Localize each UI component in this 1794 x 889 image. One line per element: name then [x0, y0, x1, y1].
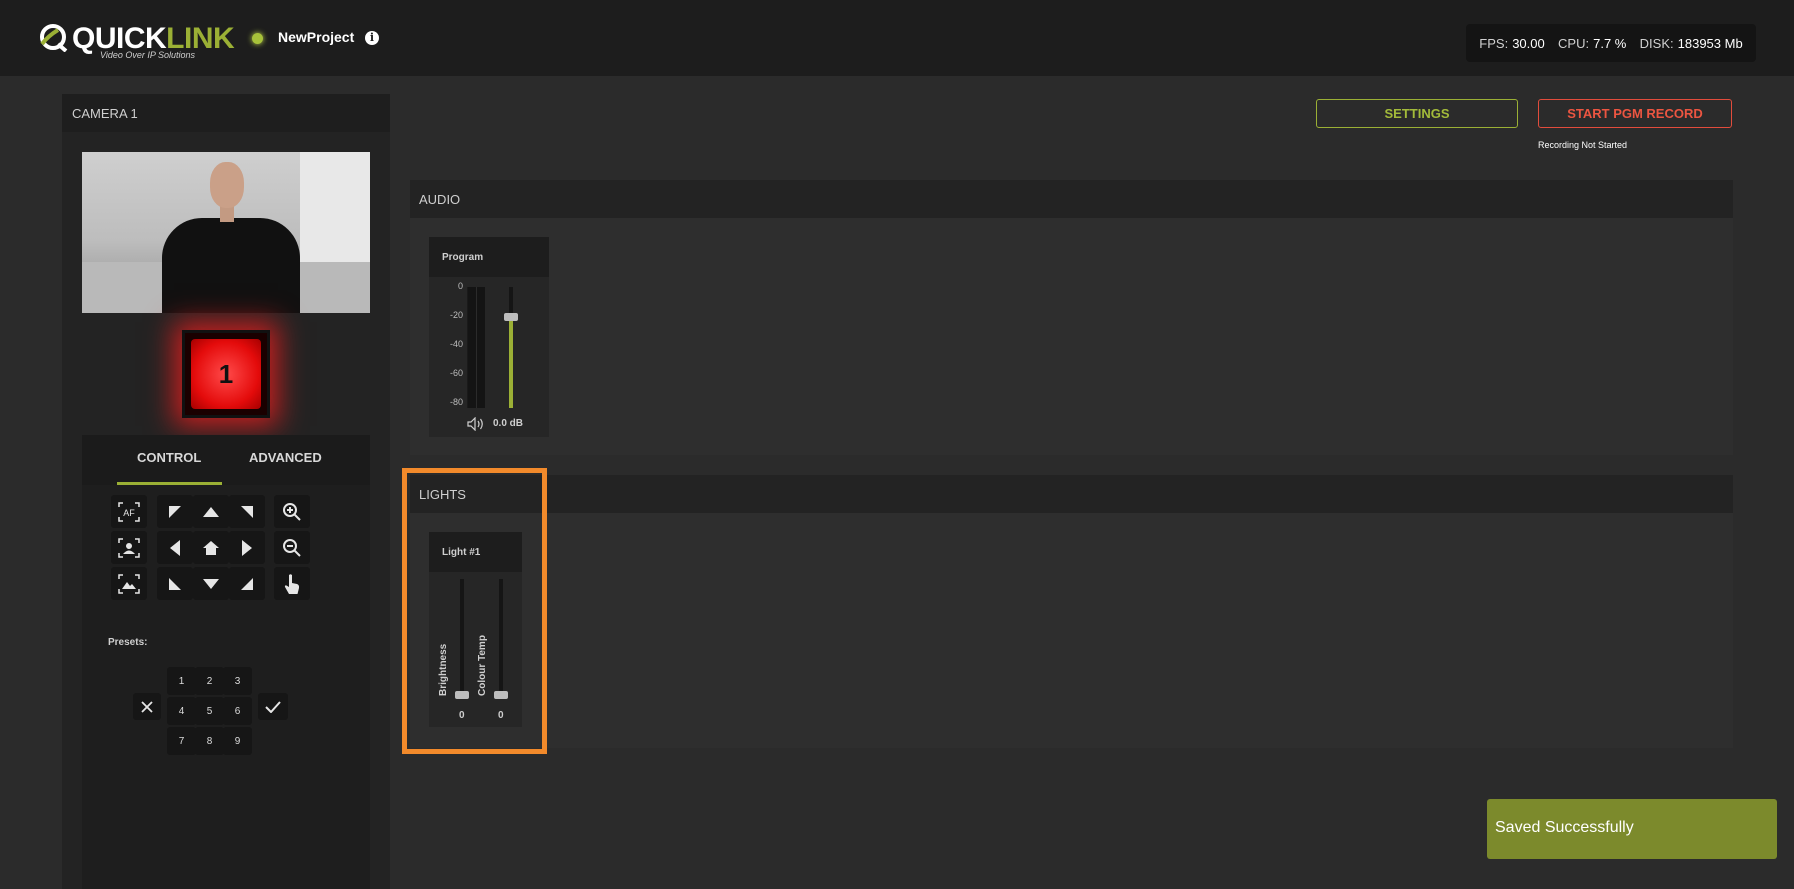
speaker-icon[interactable]: [467, 417, 485, 431]
zoom-out-button[interactable]: [274, 531, 310, 564]
close-icon: [141, 700, 153, 713]
arrow-down-right-icon: [241, 577, 253, 590]
cpu-stat: CPU: 7.7 %: [1558, 35, 1627, 51]
arrow-left-icon: [170, 539, 180, 556]
fps-stat: FPS: 30.00: [1479, 35, 1545, 51]
active-tab-underline: [117, 482, 222, 485]
presets-label: Presets:: [108, 637, 148, 648]
preset-8-button[interactable]: 8: [195, 727, 224, 755]
autofocus-icon: AF: [118, 501, 140, 522]
audio-section: AUDIO Program 0 -20 -40 -60 -80 0.0 dB: [410, 180, 1733, 455]
arrow-down-left-icon: [169, 577, 181, 590]
tally-button[interactable]: 1: [182, 330, 270, 418]
touch-focus-button[interactable]: [274, 567, 310, 600]
arrow-right-icon: [242, 539, 252, 556]
lights-title: LIGHTS: [410, 475, 1733, 513]
tab-control[interactable]: CONTROL: [137, 450, 201, 465]
info-icon[interactable]: i: [365, 31, 379, 45]
zoom-in-icon: [283, 502, 301, 521]
tilt-down-button[interactable]: [193, 567, 229, 600]
preset-6-button[interactable]: 6: [223, 697, 252, 725]
pan-up-left-button[interactable]: [157, 495, 193, 528]
audio-channel-strip: Program 0 -20 -40 -60 -80 0.0 dB: [429, 237, 549, 437]
audio-channel-name: Program: [429, 237, 549, 277]
preset-5-button[interactable]: 5: [195, 697, 224, 725]
disk-stat: DISK: 183953 Mb: [1639, 35, 1743, 51]
pan-left-button[interactable]: [157, 531, 193, 564]
audio-fader-handle[interactable]: [504, 313, 518, 321]
logo-tagline: Video Over IP Solutions: [100, 50, 196, 60]
scale-mark: -40: [449, 339, 463, 349]
face-track-button[interactable]: [111, 531, 147, 564]
start-pgm-record-button[interactable]: START PGM RECORD: [1538, 99, 1732, 128]
pan-down-right-button[interactable]: [229, 567, 265, 600]
svg-text:AF: AF: [123, 508, 135, 518]
home-icon: [203, 540, 219, 555]
auto-exposure-button[interactable]: [111, 567, 147, 600]
preset-4-button[interactable]: 4: [167, 697, 196, 725]
logo-mark-icon: [40, 24, 68, 52]
audio-level-meter: [467, 287, 485, 408]
top-bar: QUICKLINK Video Over IP Solutions NewPro…: [0, 0, 1794, 76]
autofocus-button[interactable]: AF: [111, 495, 147, 528]
preset-7-button[interactable]: 7: [167, 727, 196, 755]
project-name: NewProject: [278, 29, 355, 45]
preset-clear-button[interactable]: [133, 693, 161, 720]
project-status-dot: [252, 33, 263, 44]
scale-mark: -80: [449, 397, 463, 407]
lights-section: LIGHTS Light #1 Brightness 0 Colour Temp…: [410, 475, 1733, 748]
tilt-up-button[interactable]: [193, 495, 229, 528]
arrow-up-left-icon: [169, 505, 181, 518]
zoom-out-icon: [283, 538, 301, 557]
scale-mark: 0: [457, 281, 463, 291]
quicklink-logo: QUICKLINK Video Over IP Solutions: [38, 18, 235, 64]
camera-title: CAMERA 1: [62, 94, 390, 132]
scale-mark: -60: [449, 368, 463, 378]
face-track-icon: [118, 537, 140, 558]
system-stats: FPS: 30.00 CPU: 7.7 % DISK: 183953 Mb: [1466, 24, 1756, 62]
check-icon: [265, 700, 281, 713]
pan-right-button[interactable]: [229, 531, 265, 564]
arrow-up-icon: [203, 506, 219, 517]
scale-mark: -20: [449, 310, 463, 320]
arrow-up-right-icon: [241, 505, 253, 518]
camera-control-box: CONTROL ADVANCED AF Presets: 1 2 3 4 5 6…: [82, 435, 370, 889]
arrow-down-icon: [203, 578, 219, 589]
pan-up-right-button[interactable]: [229, 495, 265, 528]
audio-level-readout: 0.0 dB: [493, 418, 524, 429]
tab-advanced[interactable]: ADVANCED: [249, 450, 322, 465]
settings-button[interactable]: SETTINGS: [1316, 99, 1518, 128]
control-tabs: CONTROL ADVANCED: [82, 435, 370, 485]
preset-3-button[interactable]: 3: [223, 667, 252, 695]
zoom-in-button[interactable]: [274, 495, 310, 528]
preset-9-button[interactable]: 9: [223, 727, 252, 755]
success-toast: Saved Successfully: [1487, 799, 1777, 859]
camera-preview: [82, 152, 370, 313]
pan-down-left-button[interactable]: [157, 567, 193, 600]
hand-pointer-icon: [284, 573, 300, 594]
highlight-box: [402, 468, 547, 754]
preset-save-button[interactable]: [258, 693, 288, 720]
tally-number: 1: [191, 339, 261, 409]
preset-1-button[interactable]: 1: [167, 667, 196, 695]
preset-2-button[interactable]: 2: [195, 667, 224, 695]
audio-title: AUDIO: [410, 180, 1733, 218]
home-button[interactable]: [193, 531, 229, 564]
camera-panel: CAMERA 1 1 CONTROL ADVANCED AF Presets: …: [62, 94, 390, 889]
recording-status: Recording Not Started: [1538, 140, 1628, 150]
landscape-icon: [118, 573, 140, 594]
audio-fader-fill: [509, 317, 513, 408]
